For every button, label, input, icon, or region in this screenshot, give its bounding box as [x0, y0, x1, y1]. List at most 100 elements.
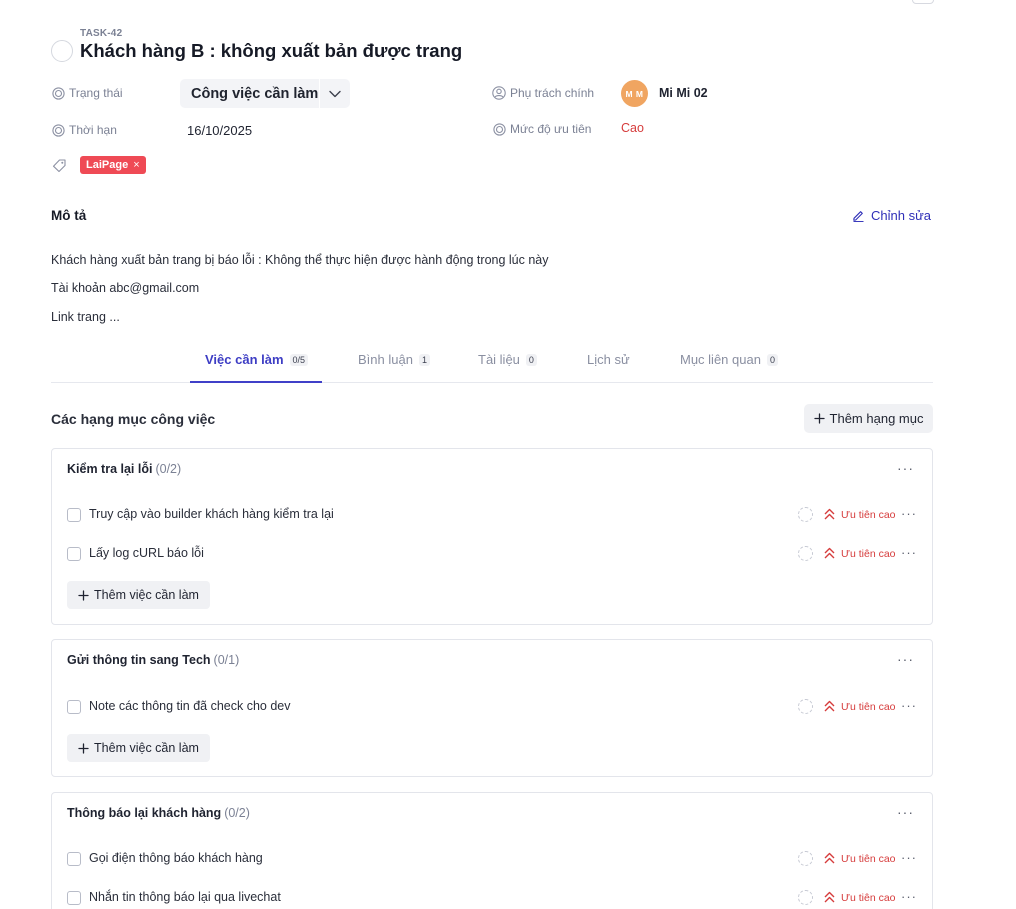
- group-title[interactable]: Kiểm tra lại lỗi (0/2): [67, 462, 181, 476]
- status-label: Trạng thái: [69, 86, 123, 100]
- active-tab-indicator: [190, 381, 322, 383]
- tab-bar: Việc cần làm 0/5 Bình luận 1 Tài liệu 0 …: [51, 340, 933, 383]
- group-count: (0/2): [224, 806, 250, 820]
- assignee-label: Phụ trách chính: [510, 86, 595, 100]
- tab-badge: 1: [418, 353, 430, 366]
- group-title[interactable]: Thông báo lại khách hàng (0/2): [67, 806, 250, 820]
- deadline-value[interactable]: 16/10/2025: [187, 123, 252, 138]
- checklist-group: Thông báo lại khách hàng (0/2) ··· Gọi đi…: [51, 792, 933, 909]
- add-todo-button[interactable]: Thêm việc cần làm: [67, 734, 210, 762]
- priority-badge[interactable]: Ưu tiên cao: [841, 892, 896, 904]
- tab-label: Việc cần làm: [205, 352, 284, 367]
- avatar[interactable]: M M: [621, 80, 648, 107]
- list-item: Truy cập vào builder khách hàng kiểm tra…: [67, 505, 917, 525]
- tag-icon: [52, 158, 67, 173]
- tab-documents[interactable]: Tài liệu 0: [478, 352, 537, 367]
- add-todo-label: Thêm việc cần làm: [94, 741, 199, 755]
- target-circle-icon: [52, 87, 65, 100]
- assign-user-icon[interactable]: [798, 507, 813, 522]
- checklist-group: Kiểm tra lại lỗi (0/2) ··· Truy cập vào b…: [51, 448, 933, 625]
- double-chevron-up-icon: [823, 889, 836, 905]
- more-horizontal-icon[interactable]: ···: [901, 698, 917, 713]
- plus-icon: [78, 742, 89, 754]
- more-horizontal-icon[interactable]: ···: [901, 545, 917, 560]
- page-title: Khách hàng B : không xuất bản được trang: [80, 40, 463, 61]
- complete-task-toggle[interactable]: [51, 40, 73, 62]
- list-item: Note các thông tin đã check cho dev Ưu t…: [67, 697, 917, 717]
- double-chevron-up-icon: [823, 545, 836, 561]
- description-title: Mô tả: [51, 208, 87, 223]
- group-count: (0/2): [155, 462, 182, 476]
- status-dropdown[interactable]: Công việc cần làm: [180, 79, 350, 108]
- todo-label[interactable]: Note các thông tin đã check cho dev: [89, 699, 291, 713]
- priority-label: Mức độ ưu tiên: [510, 122, 592, 136]
- add-group-button[interactable]: Thêm hạng mục: [804, 404, 933, 433]
- tag-label: LaiPage: [86, 159, 129, 171]
- todo-checkbox[interactable]: [67, 547, 81, 561]
- edit-description-button[interactable]: Chỉnh sửa: [852, 208, 931, 223]
- pencil-icon: [852, 209, 865, 222]
- tab-label: Lịch sử: [587, 352, 630, 367]
- todo-label[interactable]: Nhắn tin thông báo lại qua livechat: [89, 890, 281, 904]
- description-line: Tài khoản abc@gmail.com: [51, 281, 200, 295]
- description-line: Link trang ...: [51, 310, 120, 324]
- tab-badge: 0: [766, 353, 778, 366]
- group-title[interactable]: Gửi thông tin sang Tech (0/1): [67, 653, 239, 667]
- assign-user-icon[interactable]: [798, 546, 813, 561]
- checklist-title: Các hạng mục công việc: [51, 411, 216, 427]
- tab-todos[interactable]: Việc cần làm 0/5: [205, 352, 309, 367]
- target-circle-icon: [493, 123, 506, 136]
- double-chevron-up-icon: [823, 698, 836, 714]
- more-horizontal-icon[interactable]: ···: [901, 889, 917, 904]
- window-corner-button[interactable]: [912, 0, 934, 4]
- edit-description-label: Chỉnh sửa: [871, 208, 932, 223]
- double-chevron-up-icon: [823, 506, 836, 522]
- priority-badge[interactable]: Ưu tiên cao: [841, 853, 896, 865]
- status-value: Công việc cần làm: [191, 85, 319, 102]
- tab-label: Tài liệu: [478, 352, 520, 367]
- todo-label[interactable]: Truy cập vào builder khách hàng kiểm tra…: [89, 507, 334, 521]
- remove-tag-icon[interactable]: ×: [133, 159, 139, 171]
- chevron-down-icon[interactable]: [320, 90, 350, 98]
- add-group-label: Thêm hạng mục: [829, 411, 924, 426]
- todo-checkbox[interactable]: [67, 852, 81, 866]
- assign-user-icon[interactable]: [798, 890, 813, 905]
- double-chevron-up-icon: [823, 850, 836, 866]
- todo-checkbox[interactable]: [67, 508, 81, 522]
- todo-checkbox[interactable]: [67, 891, 81, 905]
- more-horizontal-icon[interactable]: ···: [901, 506, 917, 521]
- todo-label[interactable]: Lấy log cURL báo lỗi: [89, 546, 204, 560]
- priority-badge[interactable]: Ưu tiên cao: [841, 548, 896, 560]
- tab-related[interactable]: Mục liên quan 0: [680, 352, 778, 367]
- assign-user-icon[interactable]: [798, 851, 813, 866]
- list-item: Gọi điện thông báo khách hàng Ưu tiên ca…: [67, 849, 917, 869]
- assignee-name[interactable]: Mi Mi 02: [659, 86, 708, 100]
- assign-user-icon[interactable]: [798, 699, 813, 714]
- description-line: Khách hàng xuất bản trang bị báo lỗi : K…: [51, 253, 549, 267]
- more-horizontal-icon[interactable]: ···: [897, 460, 914, 476]
- tab-badge: 0: [525, 353, 537, 366]
- priority-badge[interactable]: Ưu tiên cao: [841, 509, 896, 521]
- tab-history[interactable]: Lịch sử: [587, 352, 630, 367]
- todo-checkbox[interactable]: [67, 700, 81, 714]
- checklist-group: Gửi thông tin sang Tech (0/1) ··· Note cá…: [51, 639, 933, 777]
- tab-label: Bình luận: [358, 352, 413, 367]
- plus-icon: [813, 413, 825, 424]
- tab-badge: 0/5: [289, 353, 309, 366]
- list-item: Nhắn tin thông báo lại qua livechat Ưu t…: [67, 888, 917, 908]
- more-horizontal-icon[interactable]: ···: [901, 850, 917, 865]
- priority-value[interactable]: Cao: [621, 121, 644, 135]
- todo-label[interactable]: Gọi điện thông báo khách hàng: [89, 851, 263, 865]
- tab-label: Mục liên quan: [680, 352, 761, 367]
- target-circle-icon: [52, 124, 65, 137]
- add-todo-label: Thêm việc cần làm: [94, 588, 199, 602]
- plus-icon: [78, 589, 89, 601]
- more-horizontal-icon[interactable]: ···: [897, 804, 914, 820]
- user-circle-icon: [492, 86, 506, 100]
- tag-chip[interactable]: LaiPage ×: [80, 156, 146, 174]
- add-todo-button[interactable]: Thêm việc cần làm: [67, 581, 210, 609]
- more-horizontal-icon[interactable]: ···: [897, 651, 914, 667]
- tab-comments[interactable]: Bình luận 1: [358, 352, 430, 367]
- priority-badge[interactable]: Ưu tiên cao: [841, 701, 896, 713]
- deadline-label: Thời hạn: [69, 123, 117, 137]
